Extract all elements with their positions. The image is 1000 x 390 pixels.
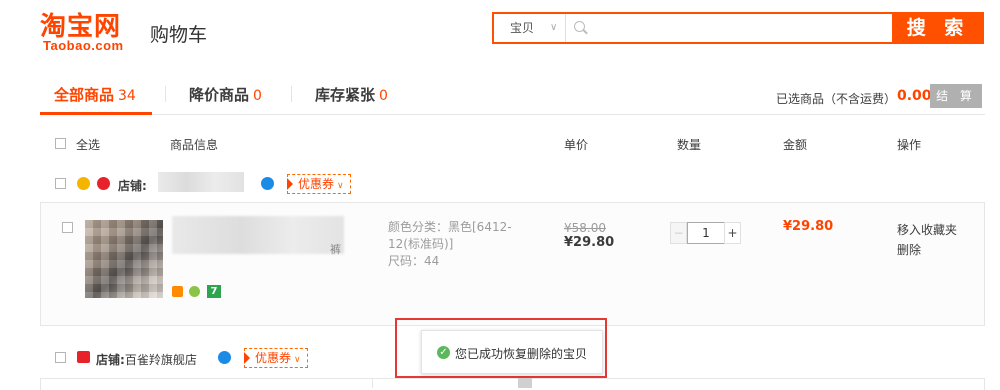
tab-label: 全部商品	[54, 86, 115, 104]
shop-label: 店铺:	[118, 179, 147, 193]
taobao-logo-en[interactable]: Taobao.com	[43, 38, 124, 53]
shop-label: 店铺:百雀羚旗舰店	[96, 351, 197, 368]
tab-count: 0	[253, 88, 262, 104]
select-all-label: 全选	[76, 138, 101, 152]
toast-message: 您已成功恢复删除的宝贝	[455, 347, 588, 361]
tab-count: 34	[118, 88, 136, 104]
search-bar: 宝贝 ∨ 搜 索	[492, 12, 984, 44]
delete-link[interactable]: 删除	[897, 241, 921, 258]
column-item-info: 商品信息	[170, 138, 219, 152]
credit-card-icon	[172, 286, 183, 297]
item-title-redacted[interactable]	[172, 216, 344, 254]
search-input[interactable]	[592, 16, 886, 42]
tab-divider	[291, 86, 292, 102]
quantity-input[interactable]: 1	[687, 222, 725, 244]
search-category-select[interactable]: 宝贝 ∨	[494, 14, 566, 42]
item-prop: 12(标准码)]	[388, 237, 454, 251]
column-quantity: 数量	[677, 138, 702, 152]
tab-label: 库存紧张	[315, 86, 376, 104]
shop-name-redacted[interactable]	[158, 172, 244, 192]
tab-count: 0	[379, 88, 388, 104]
item-title-tail: 裤	[330, 243, 341, 256]
shop-label-prefix: 店铺:	[96, 353, 125, 367]
selected-amount: 0.00	[897, 88, 932, 104]
shop-checkbox[interactable]	[55, 352, 66, 363]
search-button[interactable]: 搜 索	[892, 12, 984, 44]
column-unit-price: 单价	[564, 138, 589, 152]
chevron-down-icon: ∨	[550, 22, 558, 33]
coupon-dropdown[interactable]: 优惠券 ∨	[244, 348, 308, 368]
item-checkbox[interactable]	[62, 222, 73, 233]
chat-icon[interactable]	[261, 177, 274, 190]
current-price: ¥29.80	[564, 235, 615, 250]
coupon-label: 优惠券	[298, 177, 335, 191]
chevron-down-icon: ∨	[337, 181, 344, 191]
search-icon	[574, 21, 585, 32]
check-circle-icon: ✓	[437, 346, 450, 359]
quantity-decrement-button[interactable]: −	[670, 222, 687, 244]
tab-low-stock[interactable]: 库存紧张 0	[315, 84, 388, 105]
tab-rule	[40, 114, 985, 115]
column-actions: 操作	[897, 138, 922, 152]
move-to-favorites-link[interactable]: 移入收藏夹	[897, 221, 957, 238]
seven-day-return-icon: 7	[207, 285, 221, 298]
tab-label: 降价商品	[189, 86, 250, 104]
shop-name-link[interactable]: 百雀羚旗舰店	[125, 353, 197, 367]
selected-summary-label: 已选商品（不含运费）	[776, 92, 897, 106]
divider	[372, 378, 373, 388]
success-toast: ✓ 您已成功恢复删除的宝贝	[421, 330, 603, 374]
original-price: ¥58.00	[564, 221, 606, 235]
chevron-down-icon: ∨	[294, 355, 301, 365]
select-all-checkbox[interactable]	[55, 138, 66, 149]
lightbulb-icon	[189, 286, 200, 297]
tmall-icon	[77, 351, 90, 363]
quantity-increment-button[interactable]: +	[724, 222, 741, 244]
image-placeholder-icon	[518, 378, 532, 388]
coupon-label: 优惠券	[255, 351, 292, 365]
tab-all-items[interactable]: 全部商品 34	[54, 84, 136, 105]
item-prop: 颜色分类：黑色[6412-	[388, 220, 512, 234]
item-amount: ¥29.80	[783, 219, 834, 234]
tab-divider	[165, 86, 166, 102]
item-prop: 尺码：44	[388, 254, 440, 268]
shop-badge-icon	[97, 177, 110, 190]
column-amount: 金额	[783, 138, 808, 152]
checkout-button[interactable]: 结 算	[930, 84, 982, 108]
tab-active-indicator	[40, 112, 152, 115]
gold-medal-icon	[77, 177, 90, 190]
cart-item-next	[40, 378, 985, 390]
search-category-label: 宝贝	[510, 21, 535, 35]
item-thumbnail-mosaic	[85, 220, 163, 298]
coupon-dropdown[interactable]: 优惠券 ∨	[287, 174, 351, 194]
chat-icon[interactable]	[218, 351, 231, 364]
page-title: 购物车	[150, 24, 208, 46]
tab-price-drop[interactable]: 降价商品 0	[189, 84, 262, 105]
shop-checkbox[interactable]	[55, 178, 66, 189]
